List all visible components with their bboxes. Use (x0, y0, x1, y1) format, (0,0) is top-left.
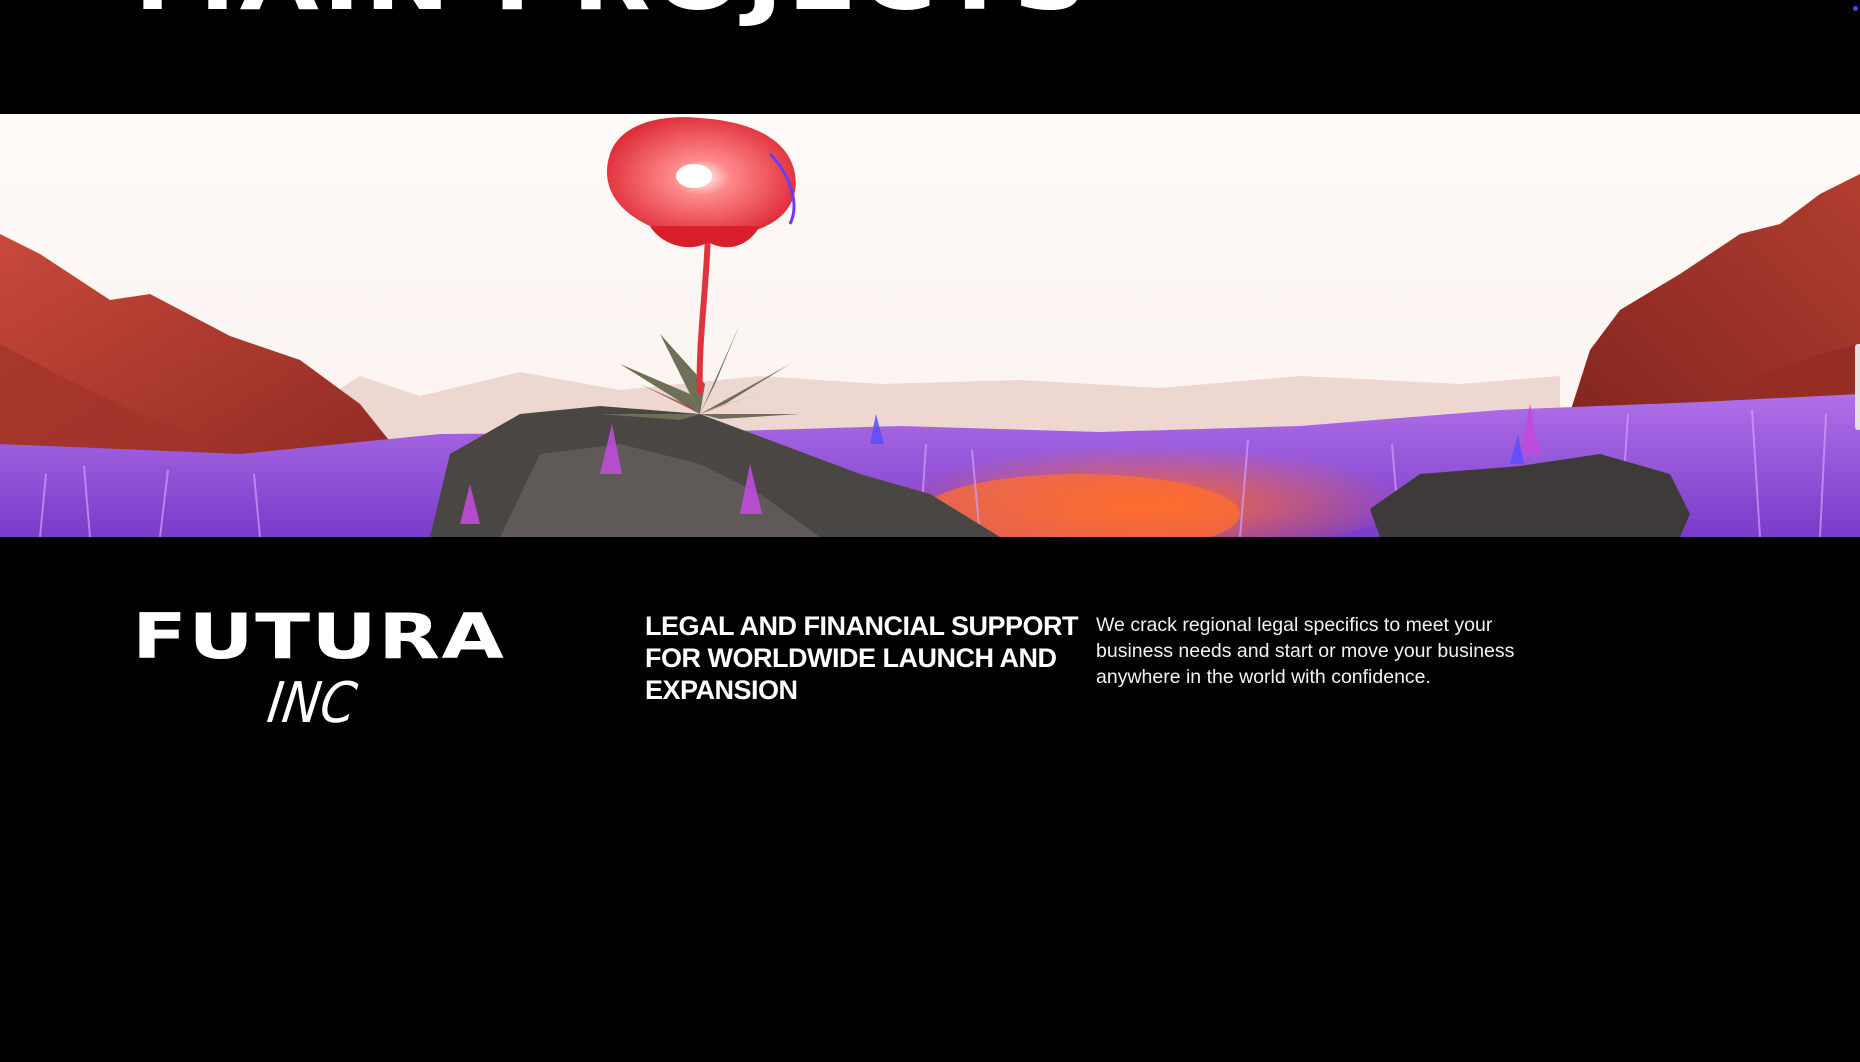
section-heading-area: MAIN PROJECTS (0, 0, 1860, 114)
project-description: We crack regional legal specifics to mee… (1096, 614, 1515, 688)
indicator-dot (1853, 6, 1858, 11)
landscape-illustration (0, 114, 1860, 537)
section-heading: MAIN PROJECTS (134, 0, 1091, 22)
logo-wordmark: FUTURA (132, 600, 506, 673)
logo-suffix: INC (263, 671, 361, 736)
carousel-handle[interactable] (1855, 344, 1860, 430)
project-tagline: LEGAL AND FINANCIAL SUPPORT FOR WORLDWID… (645, 611, 1079, 705)
project-hero-image[interactable] (0, 114, 1860, 537)
futura-inc-logo: FUTURA INC (132, 606, 532, 746)
